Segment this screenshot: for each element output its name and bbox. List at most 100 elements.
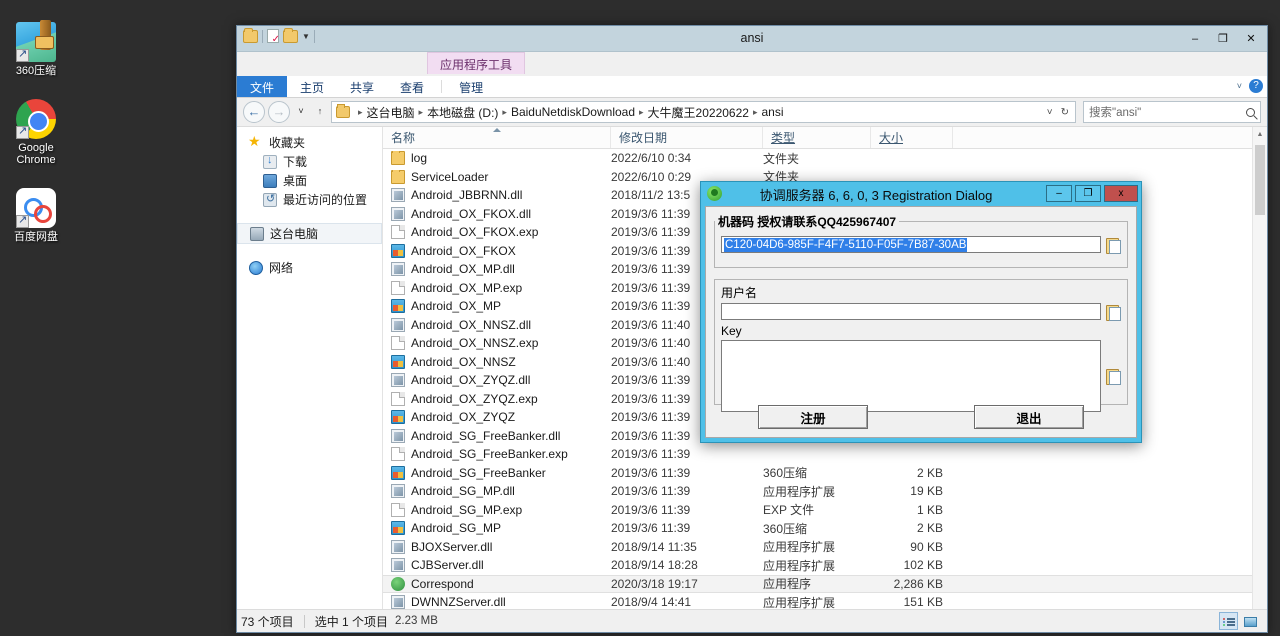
username-label: 用户名	[721, 286, 758, 300]
sidebar-item-4[interactable]: 这台电脑	[237, 223, 382, 244]
vertical-scrollbar[interactable]: ▲	[1252, 127, 1267, 609]
copy-username-icon[interactable]	[1106, 304, 1121, 321]
scrollbar-thumb[interactable]	[1255, 145, 1265, 215]
explorer-title-bar: ▼ ansi – ❐ ✕	[237, 26, 1267, 52]
file-name: Android_SG_MP.dll	[411, 484, 515, 499]
breadcrumb-separator: ▸	[358, 106, 363, 117]
breadcrumb-item-4[interactable]: ansi	[761, 105, 783, 119]
column-header-name[interactable]: 名称	[383, 127, 611, 148]
desktop-icon-label: Google Chrome	[16, 142, 56, 166]
search-box[interactable]: 搜索"ansi"	[1083, 101, 1261, 123]
column-header-type[interactable]: 类型	[763, 127, 871, 148]
file-size: 19 KB	[910, 484, 943, 499]
application-icon	[391, 576, 405, 591]
table-row[interactable]: Android_SG_FreeBanker.exp 2019/3/6 11:39	[383, 445, 1267, 464]
dll-icon	[391, 595, 405, 609]
desktop-icon-label: 360压缩	[15, 65, 57, 77]
dialog-close-button[interactable]: x	[1104, 185, 1138, 202]
breadcrumb-item-3[interactable]: 大牛魔王20220622	[648, 104, 749, 121]
file-type: 应用程序扩展	[763, 595, 836, 609]
sidebar-item-label: 桌面	[283, 174, 308, 188]
dialog-maximize-button[interactable]: ❐	[1075, 185, 1101, 202]
exit-button[interactable]: 退出	[974, 405, 1084, 429]
copy-machine-code-icon[interactable]	[1106, 237, 1121, 254]
back-button[interactable]: ←	[243, 101, 265, 123]
help-icon[interactable]: ?	[1249, 79, 1263, 93]
sidebar-item-2[interactable]: 桌面	[237, 171, 382, 190]
status-bar: 73 个项目 选中 1 个项目 2.23 MB	[237, 609, 1267, 632]
ribbon-tab-1[interactable]: 主页	[287, 76, 337, 97]
dll-icon	[391, 317, 405, 332]
column-label-size: 大小	[879, 131, 904, 145]
file-date: 2018/9/4 14:41	[611, 595, 692, 609]
ribbon-tab-2[interactable]: 共享	[337, 76, 387, 97]
table-row[interactable]: CJBServer.dll 2018/9/14 18:28 应用程序扩展 102 KB	[383, 556, 1267, 575]
sidebar-item-label: 下载	[283, 155, 308, 169]
key-input[interactable]	[721, 340, 1101, 412]
table-row[interactable]: Android_SG_MP.exp 2019/3/6 11:39 EXP 文件 1 K…	[383, 501, 1267, 520]
desktop-icon-chrome-icon[interactable]: Google Chrome	[0, 99, 72, 166]
scroll-up-icon[interactable]: ▲	[1253, 127, 1267, 142]
table-row[interactable]: Android_SG_FreeBanker 2019/3/6 11:39 360压缩…	[383, 464, 1267, 483]
chevron-down-icon[interactable]: ˅	[1237, 81, 1242, 91]
desktop-icon-baidu-netdisk-icon[interactable]: 百度网盘	[0, 188, 72, 243]
minimize-button[interactable]: –	[1181, 28, 1209, 49]
sidebar-item-5[interactable]: 网络	[237, 258, 382, 277]
file-name-cell: Android_OX_ZYQZ	[383, 410, 611, 425]
address-bar[interactable]: ▸ 这台电脑 ▸ 本地磁盘 (D:) ▸ BaiduNetdiskDownload ▸ 大牛魔…	[331, 101, 1076, 123]
table-row[interactable]: BJOXServer.dll 2018/9/14 11:35 应用程序扩展 90 KB	[383, 538, 1267, 557]
ribbon-tab-0[interactable]: 文件	[237, 76, 288, 97]
ribbon-tab-3[interactable]: 查看	[387, 76, 437, 97]
search-input[interactable]: 搜索"ansi"	[1089, 104, 1246, 120]
table-row[interactable]: Correspond 2020/3/18 19:17 应用程序 2,286 KB	[383, 574, 1267, 593]
recent-locations-button[interactable]: ˅	[293, 101, 309, 123]
file-size: 2 KB	[916, 521, 943, 536]
machine-code-input[interactable]: C120-04D6-985F-F4F7-5110-F05F-7B87-30AB	[721, 236, 1101, 253]
up-button[interactable]: ↑	[312, 101, 328, 123]
file-date: 2019/3/6 11:39	[611, 484, 691, 499]
breadcrumb-item-0[interactable]: 这台电脑	[367, 104, 415, 121]
file-name: Android_OX_NNSZ	[411, 354, 516, 369]
file-size: 1 KB	[916, 502, 943, 517]
breadcrumb-separator: ▸	[639, 106, 644, 117]
column-header-date[interactable]: 修改日期	[611, 127, 763, 148]
details-view-button[interactable]	[1219, 612, 1238, 630]
file-name-cell: Android_OX_NNSZ	[383, 354, 611, 369]
exp-icon	[391, 336, 405, 351]
desktop-icon-zip-app-icon[interactable]: 360压缩	[0, 20, 72, 77]
table-row[interactable]: log 2022/6/10 0:34 文件夹	[383, 149, 1267, 168]
ribbon-tab-4[interactable]: 管理	[446, 76, 496, 97]
file-date: 2020/3/18 19:17	[611, 576, 698, 591]
selection-count: 选中 1 个项目	[314, 614, 389, 629]
dialog-minimize-button[interactable]: –	[1046, 185, 1072, 202]
refresh-icon[interactable]: ↻	[1061, 107, 1069, 118]
table-row[interactable]: DWNNZServer.dll 2018/9/4 14:41 应用程序扩展 151 K…	[383, 593, 1267, 609]
forward-button[interactable]: →	[268, 101, 290, 123]
file-name: Android_OX_ZYQZ.exp	[411, 391, 538, 406]
sidebar-item-3[interactable]: 最近访问的位置	[237, 190, 382, 209]
table-row[interactable]: Android_SG_MP.dll 2019/3/6 11:39 应用程序扩展 19 …	[383, 482, 1267, 501]
table-row[interactable]: Android_SG_MP 2019/3/6 11:39 360压缩 2 KB	[383, 519, 1267, 538]
maximize-button[interactable]: ❐	[1209, 28, 1237, 49]
star-icon	[248, 133, 263, 150]
baidu-netdisk-icon	[16, 188, 56, 228]
file-name-cell: Android_SG_FreeBanker.exp	[383, 447, 611, 462]
sidebar-item-1[interactable]: 下载	[237, 152, 382, 171]
file-name-cell: Android_SG_MP	[383, 521, 611, 536]
file-name-cell: BJOXServer.dll	[383, 539, 611, 554]
register-button[interactable]: 注册	[758, 405, 868, 429]
username-input[interactable]	[721, 303, 1101, 320]
sidebar-item-0[interactable]: 收藏夹	[237, 133, 382, 152]
copy-key-icon[interactable]	[1106, 368, 1121, 385]
address-bar-actions: ˅ ↻	[1047, 107, 1071, 118]
large-icons-view-button[interactable]	[1240, 612, 1259, 630]
address-dropdown-icon[interactable]: ˅	[1047, 107, 1053, 118]
file-name: Correspond	[411, 576, 474, 591]
breadcrumb-item-1[interactable]: 本地磁盘 (D:)	[427, 104, 498, 121]
close-button[interactable]: ✕	[1237, 28, 1265, 49]
contextual-tab-application-tools[interactable]: 应用程序工具	[427, 52, 526, 74]
file-name: DWNNZServer.dll	[411, 595, 506, 609]
breadcrumb-item-2[interactable]: BaiduNetdiskDownload	[511, 105, 635, 119]
file-name: Android_OX_ZYQZ.dll	[411, 373, 531, 388]
column-header-size[interactable]: 大小	[871, 127, 953, 148]
